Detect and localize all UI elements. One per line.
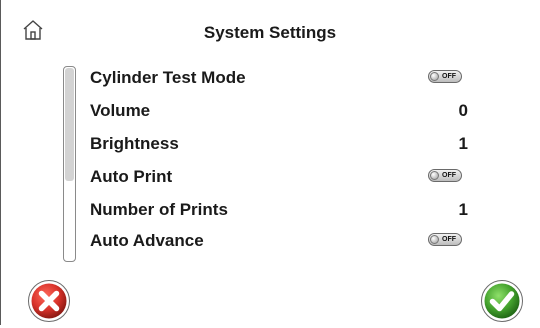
toggle-state: OFF — [442, 172, 456, 179]
volume-value[interactable]: 0 — [459, 101, 468, 121]
cancel-button[interactable] — [27, 279, 71, 323]
left-border — [0, 0, 1, 325]
setting-label: Cylinder Test Mode — [90, 68, 246, 87]
setting-row-auto-advance[interactable]: Auto Advance OFF — [90, 228, 480, 254]
setting-label: Number of Prints — [90, 200, 228, 219]
scrollbar-thumb[interactable] — [65, 68, 74, 181]
confirm-button[interactable] — [480, 279, 524, 323]
setting-label: Auto Print — [90, 167, 173, 186]
brightness-value[interactable]: 1 — [459, 134, 468, 154]
toggle-state: OFF — [442, 236, 456, 243]
setting-label: Auto Advance — [90, 231, 204, 250]
confirm-check-icon — [481, 280, 523, 322]
setting-row-cylinder-test-mode[interactable]: Cylinder Test Mode OFF — [90, 65, 480, 91]
toggle-knob — [430, 235, 439, 244]
cylinder-test-mode-toggle[interactable]: OFF — [428, 70, 462, 83]
page-title: System Settings — [203, 23, 337, 42]
setting-row-volume[interactable]: Volume 0 — [90, 98, 480, 124]
toggle-state: OFF — [442, 73, 456, 80]
auto-print-toggle[interactable]: OFF — [428, 169, 462, 182]
auto-advance-toggle[interactable]: OFF — [428, 233, 462, 246]
setting-row-auto-print[interactable]: Auto Print OFF — [90, 164, 480, 190]
cancel-x-icon — [28, 280, 70, 322]
setting-row-brightness[interactable]: Brightness 1 — [90, 131, 480, 157]
number-of-prints-value[interactable]: 1 — [459, 200, 468, 220]
setting-label: Volume — [90, 101, 151, 120]
setting-label: Brightness — [90, 134, 179, 153]
toggle-knob — [430, 171, 439, 180]
scrollbar[interactable] — [63, 66, 76, 262]
toggle-knob — [430, 72, 439, 81]
setting-row-number-of-prints[interactable]: Number of Prints 1 — [90, 197, 480, 223]
